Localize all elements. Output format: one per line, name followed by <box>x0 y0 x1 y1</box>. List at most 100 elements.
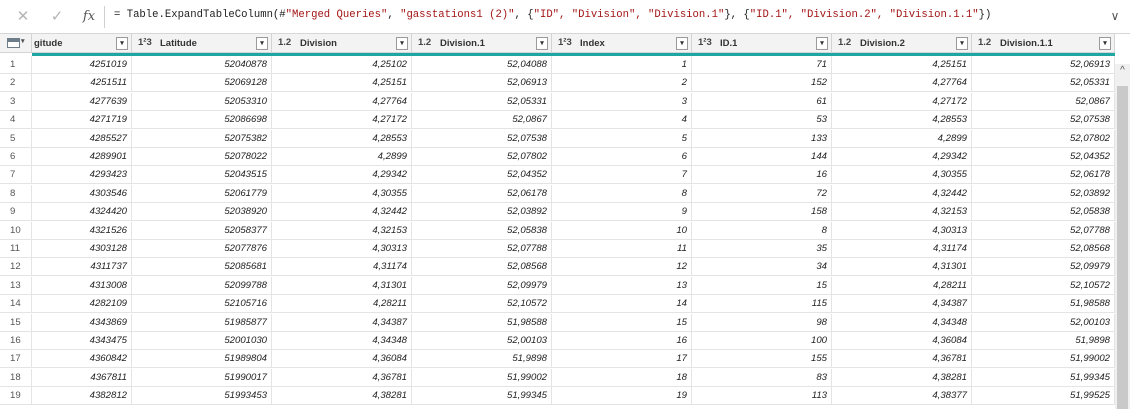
table-cell[interactable]: 4,36781 <box>832 350 972 369</box>
table-cell[interactable]: 52053310 <box>132 92 272 111</box>
table-row[interactable]: 10 4321526 52058377 4,32153 52,05838 10 8 4,303… <box>0 221 1115 240</box>
close-icon[interactable]: ✕ <box>14 8 32 26</box>
table-cell[interactable]: 72 <box>692 184 832 203</box>
table-menu-button[interactable]: ▾ <box>0 34 32 53</box>
table-cell[interactable]: 4,30313 <box>832 221 972 240</box>
table-cell[interactable]: 52038920 <box>132 203 272 222</box>
table-row[interactable]: 9 4324420 52038920 4,32442 52,03892 9 158 4,321… <box>0 203 1115 222</box>
table-cell[interactable]: 51,98588 <box>972 295 1115 314</box>
table-row[interactable]: 1 4251019 52040878 4,25102 52,04088 1 71 4,2515… <box>0 56 1115 74</box>
table-cell[interactable]: 51,99525 <box>972 387 1115 406</box>
table-cell[interactable]: 155 <box>692 350 832 369</box>
table-cell[interactable]: 52086698 <box>132 111 272 130</box>
table-cell[interactable]: 52,04352 <box>972 148 1115 166</box>
table-cell[interactable]: 4,25151 <box>832 56 972 74</box>
table-row[interactable]: 14 4282109 52105716 4,28211 52,10572 14 115 4,3… <box>0 295 1115 314</box>
column-header-2[interactable]: 1²3 Latitude ▾ <box>132 34 272 53</box>
table-cell[interactable]: 51993453 <box>132 387 272 406</box>
table-cell[interactable]: 52,09979 <box>972 258 1115 277</box>
table-row[interactable]: 4 4271719 52086698 4,27172 52,0867 4 53 4,28553… <box>0 111 1115 130</box>
table-row[interactable]: 15 4343869 51985877 4,34387 51,98588 15 98 4,34… <box>0 313 1115 332</box>
table-cell[interactable]: 4,28211 <box>272 295 412 314</box>
table-cell[interactable]: 52,09979 <box>412 276 552 295</box>
table-cell[interactable]: 52,05331 <box>412 92 552 111</box>
table-cell[interactable]: 13 <box>552 276 692 295</box>
table-cell[interactable]: 3 <box>552 92 692 111</box>
table-cell[interactable]: 4303128 <box>32 240 132 258</box>
table-cell[interactable]: 8 <box>552 184 692 203</box>
table-cell[interactable]: 52,07788 <box>972 221 1115 240</box>
table-cell[interactable]: 4,38281 <box>272 387 412 406</box>
table-cell[interactable]: 7 <box>552 166 692 185</box>
table-cell[interactable]: 52,04352 <box>412 166 552 185</box>
row-number[interactable]: 6 <box>0 148 32 166</box>
table-cell[interactable]: 52,06913 <box>972 56 1115 74</box>
table-cell[interactable]: 6 <box>552 148 692 166</box>
table-cell[interactable]: 61 <box>692 92 832 111</box>
table-cell[interactable]: 4303546 <box>32 184 132 203</box>
table-cell[interactable]: 4,27172 <box>272 111 412 130</box>
table-cell[interactable]: 52,00103 <box>412 332 552 350</box>
table-cell[interactable]: 2 <box>552 74 692 93</box>
table-cell[interactable]: 113 <box>692 387 832 406</box>
table-cell[interactable]: 52,0867 <box>412 111 552 130</box>
column-header-3[interactable]: 1.2 Division ▾ <box>272 34 412 53</box>
table-cell[interactable]: 4,30355 <box>832 166 972 185</box>
table-cell[interactable]: 4324420 <box>32 203 132 222</box>
table-row[interactable]: 2 4251511 52069128 4,25151 52,06913 2 152 4,277… <box>0 74 1115 93</box>
table-cell[interactable]: 4271719 <box>32 111 132 130</box>
table-cell[interactable]: 4,27764 <box>272 92 412 111</box>
table-row[interactable]: 3 4277639 52053310 4,27764 52,05331 3 61 4,2717… <box>0 92 1115 111</box>
table-cell[interactable]: 52061779 <box>132 184 272 203</box>
table-row[interactable]: 11 4303128 52077876 4,30313 52,07788 11 35 4,31… <box>0 240 1115 258</box>
table-cell[interactable]: 100 <box>692 332 832 350</box>
table-cell[interactable]: 10 <box>552 221 692 240</box>
table-cell[interactable]: 4,34348 <box>832 313 972 332</box>
check-icon[interactable]: ✓ <box>48 8 66 26</box>
table-cell[interactable]: 51,99345 <box>412 387 552 406</box>
table-cell[interactable]: 152 <box>692 74 832 93</box>
table-row[interactable]: 19 4382812 51993453 4,38281 51,99345 19 113 4,3… <box>0 387 1115 406</box>
table-cell[interactable]: 52105716 <box>132 295 272 314</box>
row-number[interactable]: 5 <box>0 129 32 148</box>
table-cell[interactable]: 4,38281 <box>832 368 972 387</box>
table-cell[interactable]: 5 <box>552 129 692 148</box>
table-cell[interactable]: 52,10572 <box>972 276 1115 295</box>
column-filter-dropdown-icon[interactable]: ▾ <box>536 37 548 50</box>
column-header-8[interactable]: 1.2 Division.1.1 ▾ <box>972 34 1115 53</box>
table-cell[interactable]: 1 <box>552 56 692 74</box>
table-cell[interactable]: 4,29342 <box>272 166 412 185</box>
table-cell[interactable]: 15 <box>552 313 692 332</box>
row-number[interactable]: 1 <box>0 56 32 74</box>
table-cell[interactable]: 4,27764 <box>832 74 972 93</box>
table-cell[interactable]: 52085681 <box>132 258 272 277</box>
row-number[interactable]: 7 <box>0 166 32 185</box>
table-cell[interactable]: 4,31301 <box>832 258 972 277</box>
row-number[interactable]: 2 <box>0 74 32 93</box>
table-cell[interactable]: 4,32442 <box>272 203 412 222</box>
column-type-icon[interactable]: 1²3 <box>558 37 572 48</box>
column-type-icon[interactable]: 1.2 <box>278 37 291 48</box>
chevron-down-icon[interactable]: ∨ <box>1108 9 1122 23</box>
table-cell[interactable]: 4,28211 <box>832 276 972 295</box>
table-cell[interactable]: 4,34387 <box>272 313 412 332</box>
table-cell[interactable]: 52,08568 <box>412 258 552 277</box>
table-cell[interactable]: 4321526 <box>32 221 132 240</box>
column-filter-dropdown-icon[interactable]: ▾ <box>256 37 268 50</box>
table-cell[interactable]: 4282109 <box>32 295 132 314</box>
table-cell[interactable]: 4,32153 <box>832 203 972 222</box>
table-cell[interactable]: 4,34348 <box>272 332 412 350</box>
table-cell[interactable]: 51,98588 <box>412 313 552 332</box>
table-cell[interactable]: 4,32153 <box>272 221 412 240</box>
table-cell[interactable]: 4360842 <box>32 350 132 369</box>
table-cell[interactable]: 4,36781 <box>272 368 412 387</box>
table-cell[interactable]: 51,99002 <box>972 350 1115 369</box>
row-number[interactable]: 13 <box>0 276 32 295</box>
table-cell[interactable]: 4311737 <box>32 258 132 277</box>
row-number[interactable]: 12 <box>0 258 32 277</box>
table-cell[interactable]: 4,31174 <box>832 240 972 258</box>
table-cell[interactable]: 4285527 <box>32 129 132 148</box>
table-cell[interactable]: 4,38377 <box>832 387 972 406</box>
table-cell[interactable]: 12 <box>552 258 692 277</box>
table-cell[interactable]: 52,00103 <box>972 313 1115 332</box>
